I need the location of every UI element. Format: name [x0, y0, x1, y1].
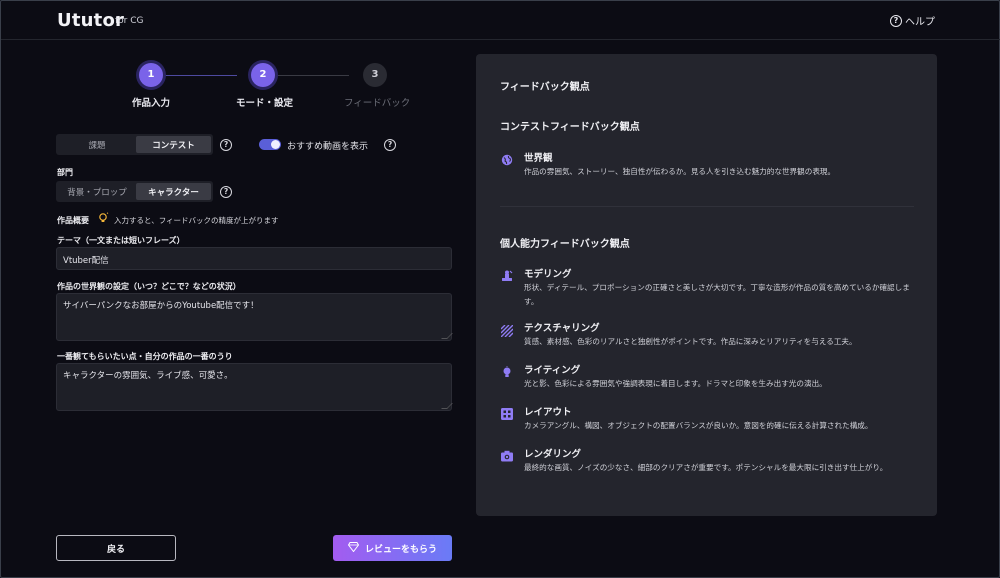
help-icon: ?: [890, 14, 902, 27]
recommend-video-label: おすすめ動画を表示: [287, 142, 369, 152]
step-1-label: 作品入力: [132, 98, 171, 109]
contest-section-title: コンテストフィードバック観点: [500, 122, 640, 133]
mode-selector: 課題 コンテスト: [56, 134, 213, 155]
mode-option-contest[interactable]: コンテスト: [136, 136, 211, 153]
category-help-icon[interactable]: ?: [220, 186, 232, 198]
toggle-knob: [271, 140, 280, 149]
step-2-circle[interactable]: 2: [251, 63, 275, 87]
skill-item-desc: カメラアングル、構図、オブジェクトの配置バランスが良いか。意図を的確に伝える計算…: [524, 421, 873, 430]
skill-item-title: レンダリング: [524, 449, 582, 460]
texture-icon: [500, 322, 514, 338]
recommend-help-icon[interactable]: ?: [384, 139, 396, 151]
skill-item-desc: 質感、素材感、色彩のリアルさと独創性がポイントです。作品に深みとリアリティを与え…: [524, 337, 857, 346]
help-link[interactable]: ? ヘルプ: [890, 13, 935, 28]
world-setting-value: サイバーパンクなお部屋からのYoutube配信です！: [63, 301, 259, 311]
skills-section-title: 個人能力フィードバック観点: [500, 239, 630, 250]
world-setting-textarea[interactable]: サイバーパンクなお部屋からのYoutube配信です！: [56, 293, 453, 341]
resize-handle[interactable]: [441, 403, 453, 409]
resize-handle[interactable]: [441, 333, 453, 339]
mode-help-icon[interactable]: ?: [220, 139, 232, 151]
feedback-perspective-panel: フィードバック観点 コンテストフィードバック観点 世界観 作品の雰囲気、ストーリ…: [476, 54, 937, 516]
theme-input[interactable]: Vtuber配信: [56, 247, 452, 270]
category-label: 部門: [57, 168, 73, 177]
category-option-background[interactable]: 背景・プロップ: [58, 183, 136, 200]
app-header: Ututor for CG ? ヘルプ: [1, 1, 1000, 40]
step-1-circle[interactable]: 1: [139, 63, 163, 87]
get-review-label: レビューをもらう: [364, 544, 437, 555]
skill-item-title: テクスチャリング: [524, 323, 600, 334]
step-connector: [163, 75, 237, 76]
light-icon: [501, 363, 513, 377]
overview-hint: 入力すると、フィードバックの精度が上がります: [114, 216, 279, 225]
section-divider: [500, 206, 914, 207]
contest-item-title: 世界観: [524, 153, 553, 164]
back-button[interactable]: 戻る: [56, 535, 176, 561]
skill-item-desc: 光と影、色彩による雰囲気や強調表現に着目します。ドラマと印象を生み出す光の演出。: [524, 379, 827, 388]
overview-label: 作品概要: [57, 216, 89, 225]
step-3-label: フィードバック: [344, 98, 411, 109]
step-2-label: モード・設定: [236, 98, 294, 109]
appeal-point-textarea[interactable]: キャラクターの雰囲気、ライブ感、可愛さ。: [56, 363, 453, 411]
appeal-point-value: キャラクターの雰囲気、ライブ感、可愛さ。: [63, 371, 233, 381]
step-3-circle: 3: [363, 63, 387, 87]
globe-icon: [501, 151, 513, 166]
sculpt-icon: [501, 267, 513, 281]
skill-item-desc: 形状、ディテール、プロポーションの正確さと美しさが大切です。丁寧な造形が作品の質…: [524, 283, 910, 306]
skill-item-title: レイアウト: [524, 407, 572, 418]
camera-icon: [501, 447, 513, 462]
panel-title: フィードバック観点: [500, 82, 590, 93]
step-connector: [275, 75, 349, 76]
world-setting-label: 作品の世界観の設定（いつ？どこで？などの状況）: [57, 282, 241, 291]
gem-icon: [347, 541, 360, 555]
skill-item-title: モデリング: [524, 269, 572, 280]
layout-icon: [501, 405, 513, 420]
help-label: ヘルプ: [905, 17, 935, 28]
app-logo-subtitle: for CG: [115, 16, 144, 26]
contest-item-desc: 作品の雰囲気、ストーリー、独自性が伝わるか。見る人を引き込む魅力的な世界観の表現…: [524, 167, 836, 176]
skill-item-desc: 最終的な画質、ノイズの少なさ、細部のクリアさが重要です。ポテンシャルを最大限に引…: [524, 463, 888, 472]
skill-item-title: ライティング: [524, 365, 581, 376]
get-review-button[interactable]: レビューをもらう: [333, 535, 452, 561]
mode-option-assignment[interactable]: 課題: [58, 136, 136, 153]
theme-label: テーマ（一文または短いフレーズ）: [57, 236, 185, 245]
category-option-character[interactable]: キャラクター: [136, 183, 211, 200]
lightbulb-icon: [97, 212, 109, 227]
app-window: Ututor for CG ? ヘルプ 1 作品入力 2 モード・設定 3 フィ…: [0, 0, 1000, 578]
category-selector: 背景・プロップ キャラクター: [56, 181, 213, 202]
recommend-video-toggle[interactable]: [259, 139, 281, 150]
appeal-point-label: 一番観てもらいたい点・自分の作品の一番のうり: [57, 352, 233, 361]
